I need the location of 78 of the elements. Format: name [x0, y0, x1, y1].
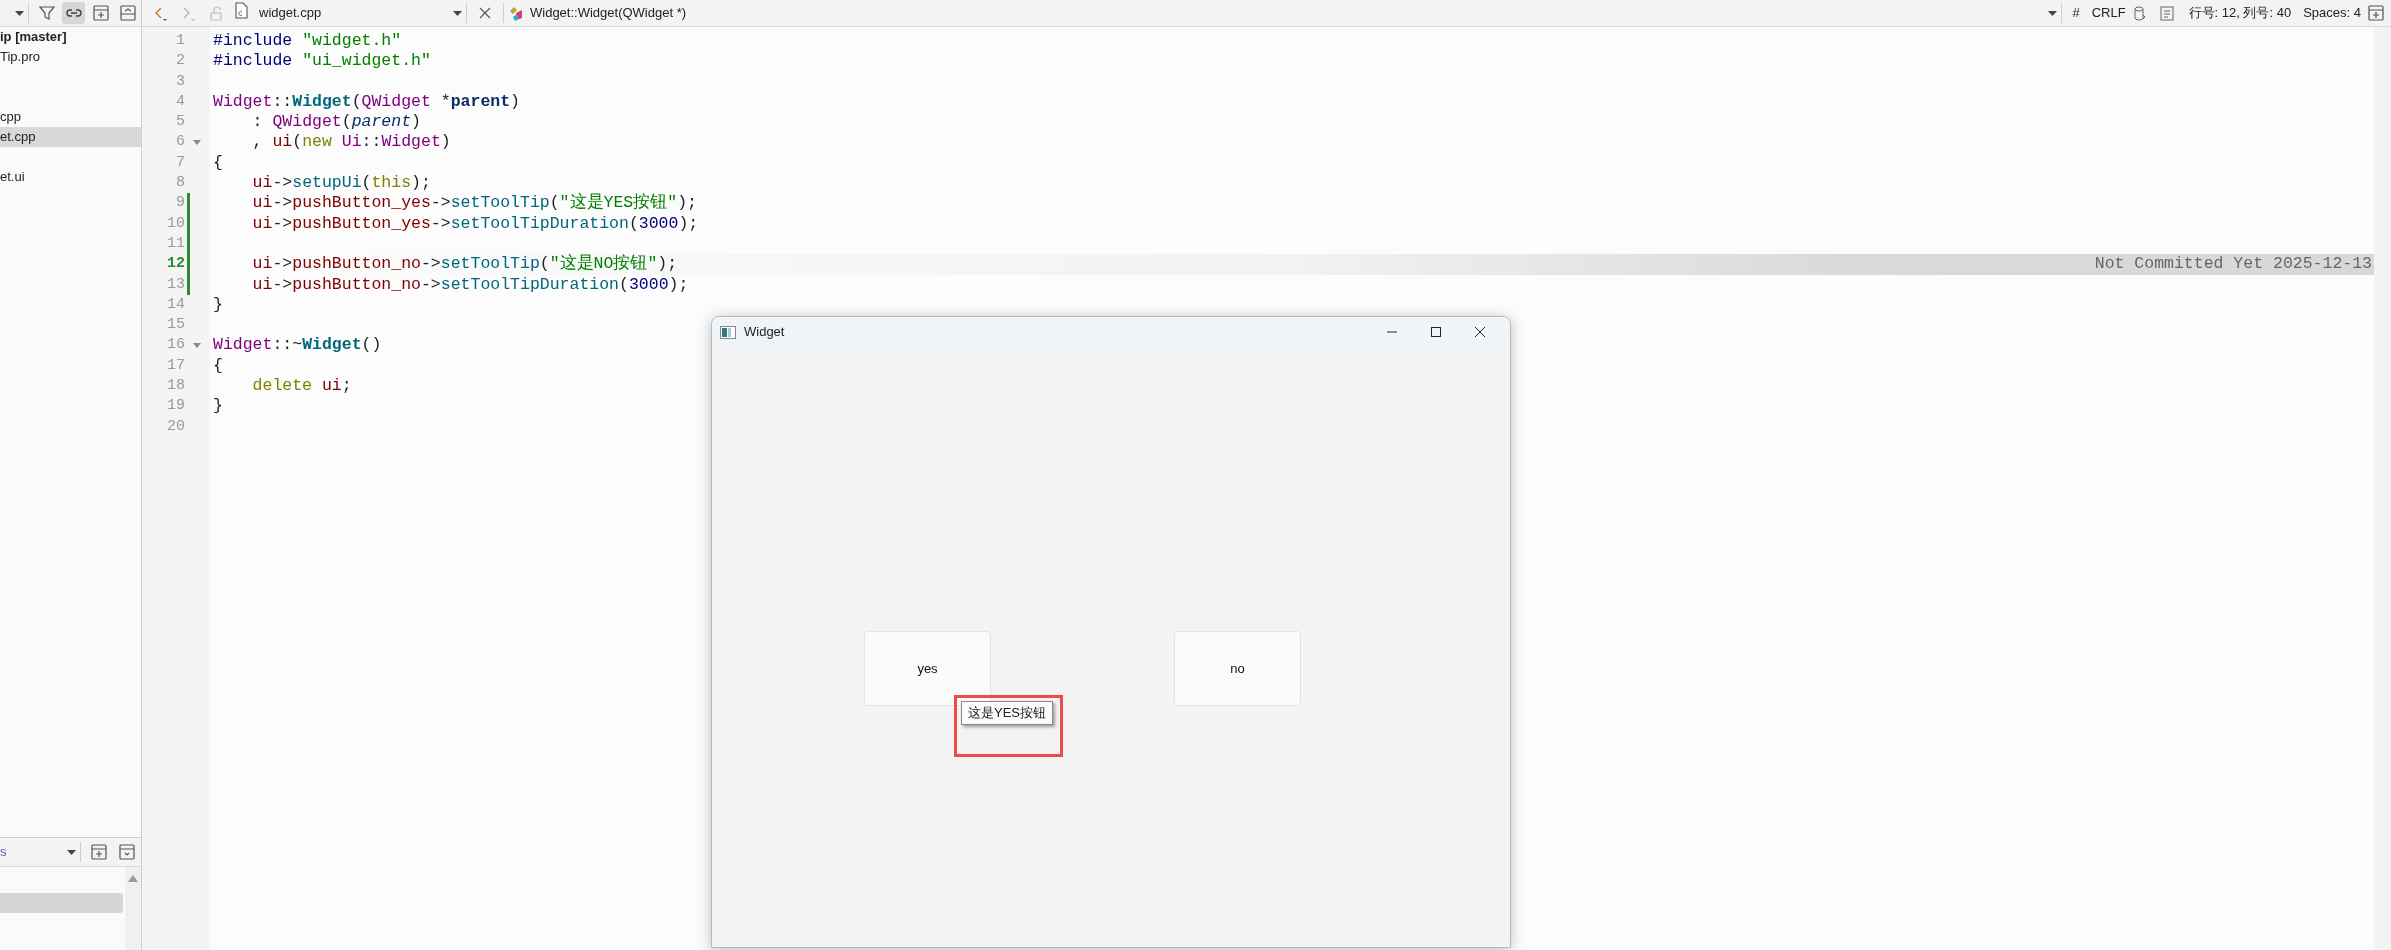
- document-icon: [2158, 4, 2175, 22]
- line-number: 6: [175, 132, 185, 153]
- close-icon: [1475, 327, 1485, 337]
- line-number: 12: [166, 254, 185, 275]
- line-number: 19: [166, 396, 185, 417]
- tree-item[interactable]: et.ui: [0, 167, 25, 187]
- code-line: }: [213, 294, 223, 316]
- database-icon: [2131, 4, 2147, 22]
- fold-arrow-icon[interactable]: [193, 343, 201, 349]
- line-number: 2: [175, 51, 185, 72]
- add-split-icon[interactable]: [2367, 4, 2385, 22]
- scrollbar[interactable]: [2374, 27, 2391, 950]
- tree-item[interactable]: et.cpp: [0, 127, 36, 147]
- line-ending[interactable]: CRLF: [2085, 3, 2132, 23]
- line-number: 16: [166, 335, 185, 356]
- line-number: 5: [175, 112, 185, 133]
- add-split-icon: [91, 4, 110, 22]
- code-line: delete ui;: [251, 376, 352, 397]
- close-split-icon: [118, 843, 136, 861]
- code-line: ui->pushButton_no->setToolTipDuration(3000);: [251, 274, 689, 295]
- dropdown-caret-icon[interactable]: [15, 10, 25, 16]
- add-split-icon: [90, 843, 108, 861]
- hash-indicator[interactable]: #: [2066, 3, 2086, 23]
- line-number: 4: [175, 91, 185, 112]
- line-number: 14: [166, 294, 185, 315]
- dropdown-caret-icon[interactable]: [453, 10, 462, 16]
- collapse-icon: [118, 4, 137, 22]
- push-button[interactable]: yes: [864, 631, 991, 706]
- line-number: 7: [175, 152, 185, 173]
- scroll-up-arrow-icon[interactable]: [128, 875, 138, 882]
- maximize-icon: [1431, 327, 1441, 337]
- tree-item[interactable]: Tip.pro: [0, 47, 40, 67]
- selected-tree-row[interactable]: et.cpp: [0, 127, 141, 147]
- code-line: ui->pushButton_no->setToolTip("这是NO按钮");: [251, 254, 678, 275]
- code-line: Widget::Widget(QWidget *parent): [213, 91, 520, 113]
- line-number: 18: [166, 376, 185, 397]
- line-number: 3: [175, 71, 185, 92]
- line-number: 17: [166, 355, 185, 376]
- window-title: Widget: [744, 323, 785, 342]
- line-number: 20: [166, 416, 185, 437]
- symbol-selector[interactable]: Widget::Widget(QWidget *): [524, 3, 693, 23]
- line-number: 15: [166, 315, 185, 336]
- filter-icon: [37, 4, 56, 22]
- fold-arrow-icon[interactable]: [193, 140, 201, 146]
- tree-item[interactable]: ip [master]: [0, 27, 67, 47]
- tree-item[interactable]: cpp: [0, 107, 21, 127]
- lock-icon: [208, 4, 224, 22]
- dropdown-caret-icon[interactable]: [67, 849, 76, 855]
- toolbar-button[interactable]: [62, 2, 86, 24]
- pane-title: s: [0, 843, 7, 862]
- code-line: {: [213, 355, 223, 377]
- class-symbol-icon: [508, 4, 524, 22]
- code-line: }: [213, 396, 223, 417]
- line-number: 9: [175, 193, 185, 214]
- code-line: {: [213, 152, 223, 174]
- code-line: Widget::~Widget(): [213, 335, 382, 356]
- dropdown-caret-icon[interactable]: [2048, 10, 2058, 16]
- line-number: 13: [166, 274, 185, 295]
- line-number: 1: [175, 31, 185, 51]
- line-number: 11: [166, 233, 185, 254]
- close-icon: [477, 5, 493, 21]
- code-line: #include "ui_widget.h": [213, 51, 431, 72]
- tooltip: 这是YES按钮: [961, 701, 1053, 725]
- line-number: 8: [175, 173, 185, 194]
- blame-annotation: Not Committed Yet 2025-12-13: [2094, 254, 2373, 275]
- code-line: ui->setupUi(this);: [251, 173, 431, 194]
- line-number: 10: [166, 213, 185, 234]
- code-line: , ui(new Ui::Widget): [251, 132, 451, 153]
- scrollbar[interactable]: [125, 867, 141, 950]
- code-line: ui->pushButton_yes->setToolTip("这是YES按钮");: [251, 193, 697, 214]
- code-line: : QWidget(parent): [251, 112, 421, 133]
- cursor-position[interactable]: 行号: 12, 列号: 40: [2182, 3, 2298, 23]
- code-line: #include "widget.h": [213, 31, 402, 52]
- push-button[interactable]: no: [1174, 631, 1301, 706]
- file-name[interactable]: widget.cpp: [253, 3, 453, 23]
- app-icon: [720, 325, 736, 339]
- indent-setting[interactable]: Spaces: 4: [2297, 3, 2367, 23]
- code-line: ui->pushButton_yes->setToolTipDuration(3000);: [251, 213, 699, 234]
